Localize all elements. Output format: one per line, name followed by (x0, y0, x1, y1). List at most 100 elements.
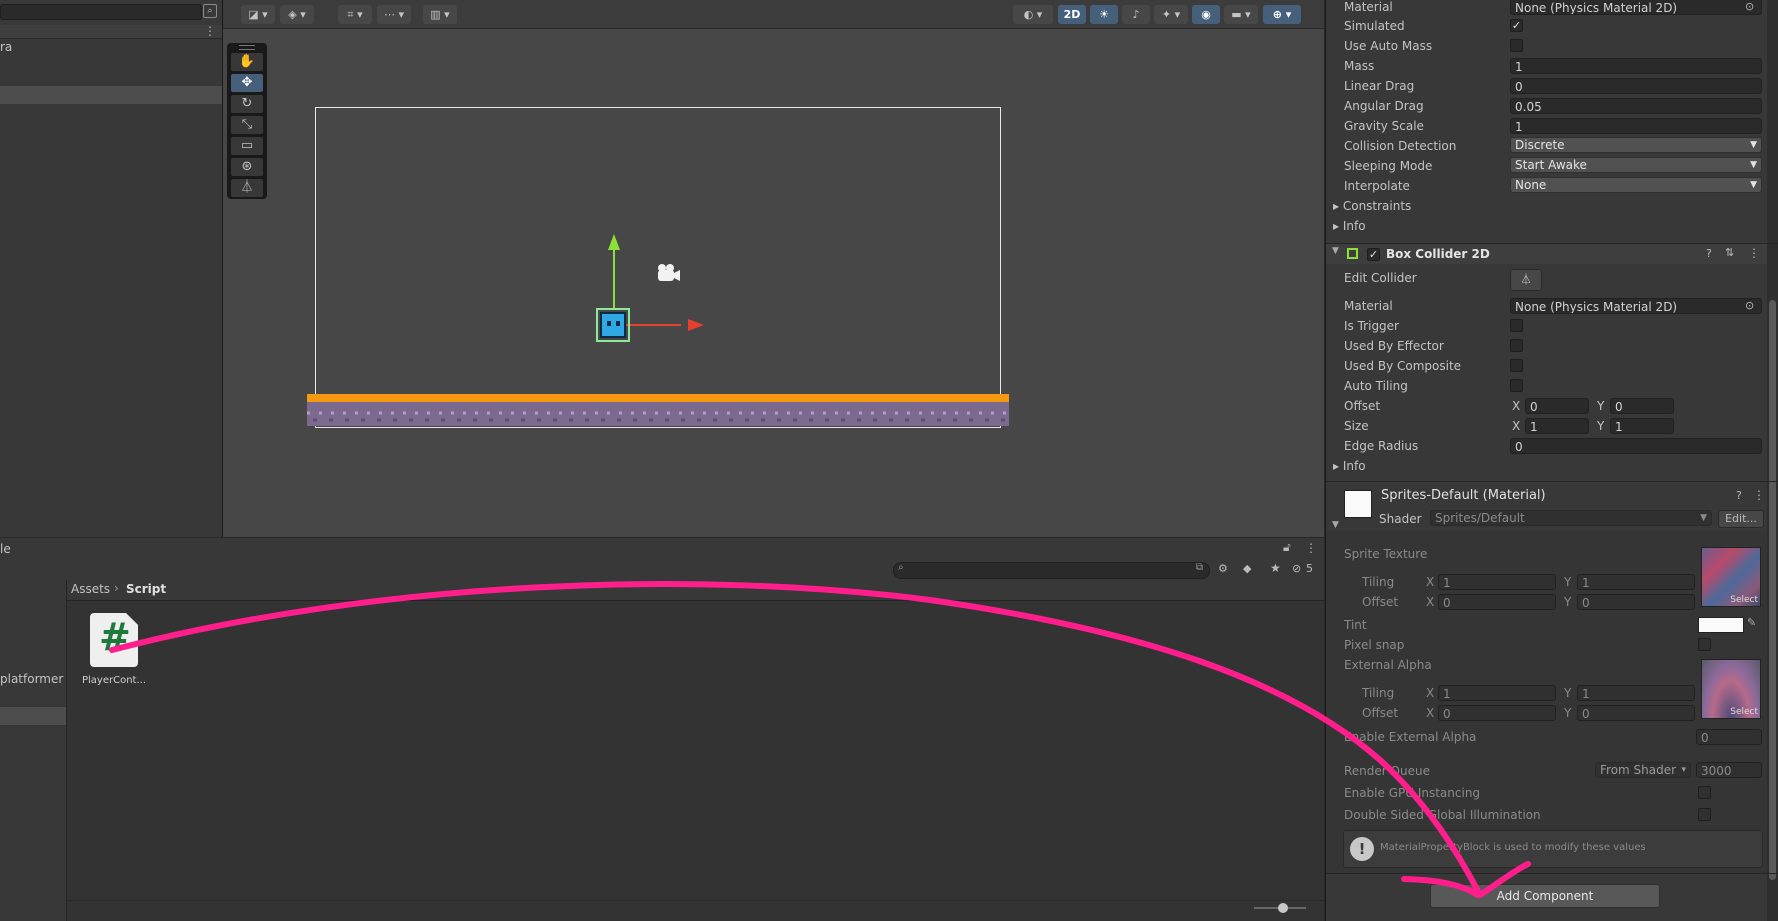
rb-material-field[interactable]: None (Physics Material 2D) (1510, 0, 1762, 15)
breadcrumb-assets[interactable]: Assets (71, 582, 110, 596)
camera-icon[interactable] (658, 264, 680, 281)
tint-color-field[interactable] (1698, 617, 1744, 633)
auto-tiling-checkbox[interactable] (1510, 379, 1523, 392)
offset-x-field[interactable]: 0 (1525, 398, 1589, 414)
bc-material-field[interactable]: None (Physics Material 2D) (1510, 298, 1762, 314)
shading-mode-button[interactable]: ◐ ▾ (1013, 5, 1053, 24)
use-auto-mass-checkbox[interactable] (1510, 39, 1523, 52)
size-x-field[interactable]: 1 (1525, 418, 1589, 434)
gpu-instancing-checkbox[interactable] (1698, 786, 1711, 799)
collision-detection-dropdown[interactable]: Discrete ▼ (1510, 137, 1762, 153)
tiling2-x-field[interactable]: 1 (1438, 685, 1556, 701)
shader-dropdown[interactable]: Sprites/Default ▼ (1430, 510, 1712, 526)
kebab-menu-icon[interactable]: ⋮ (1748, 246, 1760, 260)
offset1-x-field[interactable]: 0 (1438, 594, 1556, 610)
folder-item-selected[interactable] (0, 707, 66, 725)
inspector-scrollbar[interactable] (1767, 0, 1778, 921)
offset1-y-field[interactable]: 0 (1577, 594, 1695, 610)
offset2-y-field[interactable]: 0 (1577, 705, 1695, 721)
script-asset-icon[interactable]: # (90, 613, 138, 667)
grid-visibility-button[interactable]: ▥ ▾ (423, 5, 457, 24)
edit-shader-button[interactable]: Edit... (1718, 510, 1764, 528)
project-assets-area[interactable] (67, 580, 1324, 921)
offset-y-field[interactable]: 0 (1610, 398, 1674, 414)
effects-icon[interactable]: ✦ ▾ (1154, 5, 1188, 24)
project-tab-label[interactable]: le (0, 542, 11, 556)
filter-by-label-icon[interactable]: ◆ (1243, 562, 1251, 575)
object-picker-icon[interactable]: ⊙ (1745, 299, 1754, 312)
simulated-checkbox[interactable]: ✓ (1510, 19, 1523, 32)
hierarchy-item-selected[interactable] (0, 86, 222, 104)
hierarchy-item[interactable]: ra (0, 38, 222, 56)
scene-canvas[interactable] (223, 28, 1324, 537)
offset2-x-field[interactable]: 0 (1438, 705, 1556, 721)
is-trigger-checkbox[interactable] (1510, 319, 1523, 332)
edit-collider-button[interactable]: ⏃ (1510, 269, 1542, 291)
render-queue-mode-dropdown[interactable]: From Shader ▾ (1595, 762, 1691, 778)
render-mode-button[interactable]: ◈ ▾ (280, 5, 314, 24)
texture-select-label[interactable]: Select (1730, 595, 1758, 605)
presets-icon[interactable]: ⇅ (1725, 246, 1734, 259)
camera-settings-icon[interactable]: ▬ ▾ (1224, 5, 1258, 24)
hidden-packages-icon[interactable]: ⊘ (1292, 562, 1301, 575)
audio-icon[interactable]: ♪ (1122, 5, 1150, 24)
tiling1-y-field[interactable]: 1 (1577, 574, 1695, 590)
kebab-menu-icon[interactable]: ⋮ (204, 24, 216, 38)
search-icon[interactable]: ⌕ (203, 4, 217, 18)
lock-icon[interactable]: 🔓︎ (1283, 540, 1291, 555)
increment-snap-button[interactable]: ⋯ ▾ (377, 5, 411, 24)
gravity-scale-field[interactable]: 1 (1510, 118, 1762, 134)
gizmos-icon[interactable]: ⊕ ▾ (1263, 5, 1301, 24)
hierarchy-search-input[interactable] (0, 4, 202, 20)
eyedropper-icon[interactable]: ✎ (1747, 616, 1756, 629)
folder-item-label[interactable]: platformer (0, 672, 63, 686)
edge-radius-field[interactable]: 0 (1510, 438, 1762, 454)
used-by-effector-checkbox[interactable] (1510, 339, 1523, 352)
draw-mode-button[interactable]: ◪ ▾ (241, 5, 275, 24)
tiling1-x-field[interactable]: 1 (1438, 574, 1556, 590)
angular-drag-field[interactable]: 0.05 (1510, 98, 1762, 114)
constraints-foldout[interactable]: ▸ Constraints (1333, 199, 1411, 213)
kebab-menu-icon[interactable]: ⋮ (1305, 541, 1317, 555)
help-icon[interactable]: ? (1736, 489, 1742, 502)
mass-field[interactable]: 1 (1510, 58, 1762, 74)
player-sprite[interactable] (600, 312, 626, 338)
pixel-snap-checkbox[interactable] (1698, 638, 1711, 651)
alpha-select-label[interactable]: Select (1730, 707, 1758, 717)
grid-snap-button[interactable]: ⌗ ▾ (338, 5, 372, 24)
rb-info-foldout[interactable]: ▸ Info (1333, 219, 1366, 233)
used-by-composite-checkbox[interactable] (1510, 359, 1523, 372)
sprite-texture-slot[interactable]: Select (1701, 547, 1761, 607)
size-y-field[interactable]: 1 (1610, 418, 1674, 434)
lighting-icon[interactable]: ☀ (1090, 5, 1118, 24)
enable-external-alpha-field[interactable]: 0 (1696, 729, 1762, 745)
breadcrumb-script[interactable]: Script (126, 582, 166, 596)
interpolate-dropdown[interactable]: None ▼ (1510, 177, 1762, 193)
icon-size-slider-thumb[interactable] (1278, 903, 1288, 913)
project-search-input[interactable]: ⌕ ⧉ (893, 562, 1210, 579)
x-axis-arrow[interactable] (688, 319, 704, 331)
search-scope-icon[interactable]: ⧉ (1196, 562, 1203, 573)
tiling2-y-field[interactable]: 1 (1577, 685, 1695, 701)
script-asset-label[interactable]: PlayerCont... (82, 675, 146, 686)
filter-by-type-icon[interactable]: ⚙ (1218, 562, 1228, 575)
y-axis-arrow[interactable] (608, 234, 620, 250)
hidden-objects-icon[interactable]: ◉ (1192, 5, 1220, 24)
inspector-scrollbar-thumb[interactable] (1769, 300, 1776, 880)
linear-drag-field[interactable]: 0 (1510, 78, 1762, 94)
favorite-star-icon[interactable]: ★ (1270, 561, 1281, 575)
add-component-button[interactable]: Add Component (1430, 884, 1660, 908)
foldout-arrow-icon[interactable]: ▼ (1332, 246, 1339, 256)
sleeping-mode-dropdown[interactable]: Start Awake ▼ (1510, 157, 1762, 173)
double-sided-gi-checkbox[interactable] (1698, 808, 1711, 821)
kebab-menu-icon[interactable]: ⋮ (1753, 488, 1765, 502)
render-queue-field[interactable]: 3000 (1696, 762, 1762, 778)
external-alpha-slot[interactable]: Select (1701, 659, 1761, 719)
box-collider-enabled-checkbox[interactable]: ✓ (1367, 248, 1380, 261)
bc-info-foldout[interactable]: ▸ Info (1333, 459, 1366, 473)
help-icon[interactable]: ? (1706, 247, 1712, 260)
object-picker-icon[interactable]: ⊙ (1745, 0, 1754, 13)
toggle-2d-button[interactable]: 2D (1058, 5, 1086, 24)
sleeping-mode-label: Sleeping Mode (1344, 159, 1433, 173)
foldout-arrow-icon[interactable]: ▼ (1332, 520, 1339, 530)
